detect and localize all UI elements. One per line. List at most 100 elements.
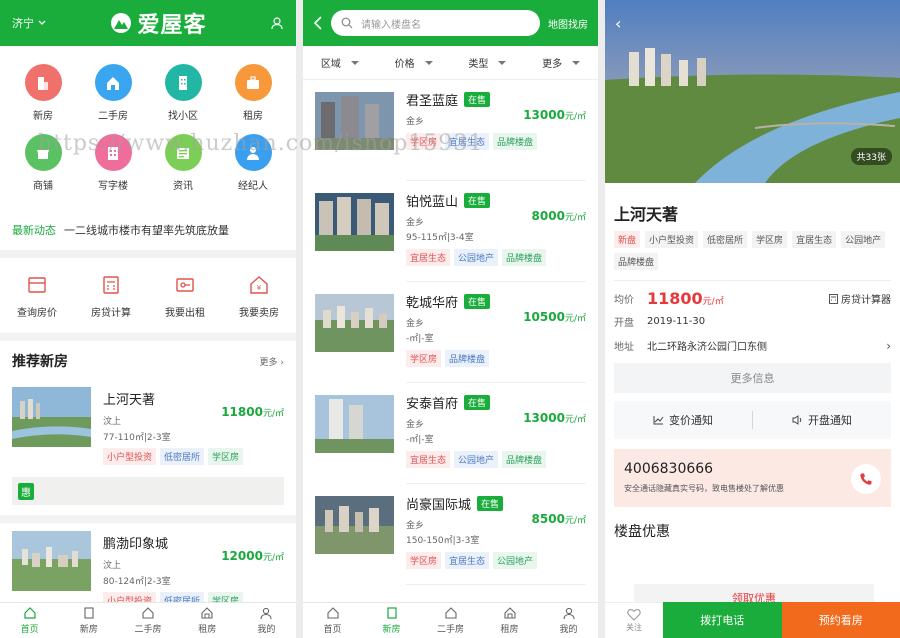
calculator-link[interactable]: 房贷计算器 — [829, 291, 891, 306]
price-unit: 元/㎡ — [262, 409, 284, 419]
tab-home[interactable]: 首页 — [303, 603, 362, 638]
tool-price-query[interactable]: 查询房价 — [17, 274, 57, 319]
category-second-hand[interactable]: 二手房 — [78, 64, 148, 122]
promo-bar[interactable]: 惠 — [12, 477, 284, 505]
calculator-icon — [103, 276, 119, 294]
listing-card[interactable]: 君圣蓝庭 在售 金乡 13000元/㎡ 学区房 宜居生态 品牌楼盘 — [303, 80, 598, 181]
tab-new-house[interactable]: 新房 — [362, 603, 421, 638]
tab-mine[interactable]: 我的 — [539, 603, 598, 638]
category-office[interactable]: 写字楼 — [78, 134, 148, 192]
key-icon — [176, 278, 194, 292]
house-sell-icon: ¥ — [250, 276, 268, 294]
tab-label: 租房 — [198, 625, 217, 635]
tag: 宜居生态 — [406, 451, 451, 468]
apartment-icon — [164, 64, 202, 101]
listing-card[interactable]: 尚豪国际城 在售 金乡 150-150㎡|3-3室 8500元/㎡ 学区房 宜居生态 公园地产 — [303, 484, 598, 585]
tool-rent-out[interactable]: 我要出租 — [165, 274, 205, 319]
listing-title: 君圣蓝庭 在售 — [406, 90, 586, 109]
coupon-button[interactable]: 领取优惠 — [634, 584, 874, 605]
tab-home[interactable]: 首页 — [0, 603, 59, 638]
category-agent[interactable]: 经纪人 — [218, 134, 288, 192]
house-photo — [12, 531, 91, 591]
back-icon[interactable] — [313, 15, 323, 31]
hero-photo[interactable]: ‹ 共33张 — [605, 0, 900, 183]
price-row: 均价 11800元/㎡ 房贷计算器 — [605, 289, 900, 308]
notify-bar: 变价通知 开盘通知 — [614, 401, 891, 439]
screenshot-collage: 济宁 爱屋客 新房 二手房 找小区 租房 商铺 写字楼 资讯 经纪人 最新动态 … — [0, 0, 900, 638]
tool-loan-calc[interactable]: 房贷计算 — [91, 274, 131, 319]
opening-notify-button[interactable]: 开盘通知 — [753, 412, 891, 428]
price-change-notify-button[interactable]: 变价通知 — [614, 412, 752, 428]
tool-sell-house[interactable]: ¥ 我要卖房 — [239, 274, 279, 319]
search-input[interactable]: 请输入楼盘名 — [331, 10, 540, 36]
listing-name: 安泰首府 — [406, 397, 459, 412]
listing-card[interactable]: 铂悦蓝山 在售 金乡 95-115㎡|3-4室 8000元/㎡ 宜居生态 公园地产 品牌楼盘 — [303, 181, 598, 282]
chevron-right-icon: › — [886, 338, 891, 353]
favorite-button[interactable]: 关注 — [605, 602, 663, 638]
caret-down-icon — [424, 60, 433, 65]
category-rent[interactable]: 租房 — [218, 64, 288, 122]
listing-card[interactable]: 乾城华府 在售 金乡 -㎡|-室 10500元/㎡ 学区房 品牌楼盘 — [303, 282, 598, 383]
tab-mine[interactable]: 我的 — [237, 603, 296, 638]
house-card[interactable]: 上河天著 汶上 77-110㎡|2-3室 11800元/㎡ 小户型投资 低密居所… — [0, 381, 296, 471]
filter-price[interactable]: 价格 — [395, 55, 433, 70]
listing-info: 安泰首府 在售 金乡 -㎡|-室 13000元/㎡ 宜居生态 公园地产 品牌楼盘 — [406, 383, 586, 484]
category-news[interactable]: 资讯 — [148, 134, 218, 192]
listing-card[interactable]: 安泰首府 在售 金乡 -㎡|-室 13000元/㎡ 宜居生态 公园地产 品牌楼盘 — [303, 383, 598, 484]
user-icon[interactable] — [270, 16, 284, 30]
heart-icon — [627, 609, 641, 621]
price-value: 11800 — [647, 289, 703, 308]
tab-new-house[interactable]: 新房 — [59, 603, 118, 638]
call-button[interactable]: 拨打电话 — [663, 602, 782, 638]
category-label: 资讯 — [173, 181, 193, 192]
tag: 学区房 — [406, 350, 442, 367]
filter-region[interactable]: 区域 — [321, 55, 359, 70]
home-icon — [23, 607, 36, 619]
news-ticker[interactable]: 最新动态 一二线城市楼市有望率先筑底放量 — [0, 220, 296, 240]
category-grid: 新房 二手房 找小区 租房 商铺 写字楼 资讯 经纪人 — [0, 46, 296, 192]
city-selector[interactable]: 济宁 — [12, 15, 46, 31]
filter-label: 价格 — [394, 59, 415, 70]
briefcase-icon — [234, 64, 272, 101]
map-search-link[interactable]: 地图找房 — [548, 16, 588, 31]
listing-info: 铂悦蓝山 在售 金乡 95-115㎡|3-4室 8000元/㎡ 宜居生态 公园地产 品牌楼盘 — [406, 181, 586, 282]
listing-title: 尚豪国际城 在售 — [406, 494, 586, 513]
filter-type[interactable]: 类型 — [468, 55, 507, 70]
caret-down-icon — [350, 60, 359, 65]
building-icon — [386, 607, 397, 619]
tab-rent[interactable]: 租房 — [178, 603, 237, 638]
category-new-house[interactable]: 新房 — [8, 64, 78, 122]
more-link[interactable]: 更多 › — [260, 355, 284, 368]
house-photo — [12, 387, 91, 447]
address-value: 北二环路永济公园门口东侧 — [647, 342, 767, 353]
favorite-label: 关注 — [626, 623, 642, 632]
tab-label: 二手房 — [436, 625, 464, 635]
price-value: 13000 — [523, 108, 565, 122]
more-info-button[interactable]: 更多信息 — [614, 363, 891, 393]
status-badge: 在售 — [477, 496, 504, 511]
tab-second-hand[interactable]: 二手房 — [118, 603, 177, 638]
listing-price: 10500元/㎡ — [523, 310, 586, 324]
tab-label: 租房 — [500, 625, 519, 635]
listing-tags: 宜居生态 公园地产 品牌楼盘 — [406, 249, 586, 266]
agent-icon — [234, 134, 272, 171]
book-visit-button[interactable]: 预约看房 — [781, 602, 900, 638]
tab-second-hand[interactable]: 二手房 — [421, 603, 480, 638]
more-label: 更多 — [259, 357, 278, 368]
price-unit: 元/㎡ — [564, 516, 586, 526]
tag: 公园地产 — [454, 451, 499, 468]
tag: 宜居生态 — [445, 552, 490, 569]
search-placeholder: 请输入楼盘名 — [361, 19, 421, 31]
filter-more[interactable]: 更多 — [542, 55, 581, 70]
listing-title: 铂悦蓝山 在售 — [406, 191, 586, 210]
photo-count[interactable]: 共33张 — [850, 148, 892, 165]
category-community[interactable]: 找小区 — [148, 64, 218, 122]
listing-price: 8000元/㎡ — [532, 209, 586, 223]
tab-rent[interactable]: 租房 — [480, 603, 539, 638]
house-info: 鹏渤印象城 汶上 80-124㎡|2-3室 12000元/㎡ 小户型投资 低密居… — [103, 531, 284, 609]
address-row[interactable]: 地址 北二环路永济公园门口东侧 › — [605, 338, 900, 354]
category-label: 商铺 — [33, 181, 53, 192]
phone-call-button[interactable] — [851, 464, 881, 494]
back-icon[interactable]: ‹ — [615, 14, 621, 33]
category-shop[interactable]: 商铺 — [8, 134, 78, 192]
